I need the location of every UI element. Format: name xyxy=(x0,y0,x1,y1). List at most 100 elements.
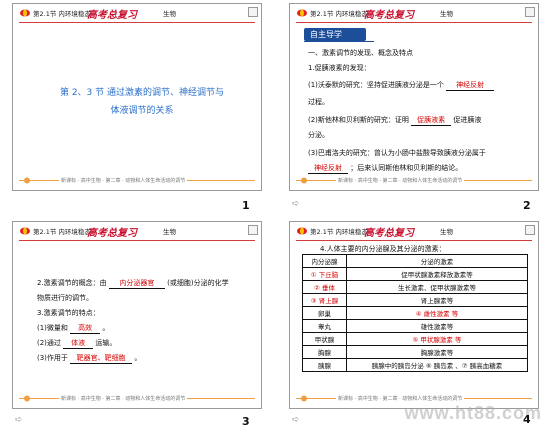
column-header: 内分泌腺 xyxy=(302,254,347,268)
back-arrow-icon[interactable]: ➪ xyxy=(292,415,300,425)
slide-header: 第2.1节 内环境稳态 高考总复习 生物 xyxy=(13,4,261,23)
slide-1[interactable]: 第2.1节 内环境稳态 高考总复习 生物 第 2、3 节 通过激素的调节、神经调… xyxy=(12,3,262,191)
back-arrow-icon[interactable]: ➪ xyxy=(292,199,300,209)
text-line: (1)沃泰默的研究：坚持促进胰液分泌是一个 神经反射 xyxy=(308,80,495,91)
table-header-row: 内分泌腺 分泌的激素 xyxy=(302,254,528,268)
hormone-cell: ④ 雌性激素 等 xyxy=(346,306,528,320)
flower-icon xyxy=(301,395,307,402)
answer-blank: 内分泌器官 xyxy=(108,278,165,289)
answer-blank: 靶器官、靶细胞 xyxy=(70,353,133,364)
header-right-text: 生物 xyxy=(163,10,176,18)
table-row: 卵巢 ④ 雌性激素 等 xyxy=(302,306,528,320)
slide-number-4: 4 xyxy=(523,413,531,426)
gland-cell: 甲状腺 xyxy=(302,332,347,346)
slide-2[interactable]: 第2.1节 内环境稳态 高考总复习 生物 自主导学 一、激素调节的发现、概念及特… xyxy=(289,3,539,191)
slide-footer: 新课标 · 高中生物 · 第二章 · 动物和人体生命活动的调节 xyxy=(19,177,255,184)
gland-cell: 胸腺 xyxy=(302,345,347,359)
header-divider xyxy=(19,22,255,23)
header-left-text: 第2.1节 内环境稳态 xyxy=(33,10,91,18)
answer-blank: 神经反射 xyxy=(308,163,348,174)
answer-blank: 促胰液素 xyxy=(411,115,452,126)
flower-icon xyxy=(301,177,307,184)
slide-title-line1: 第 2、3 节 通过激素的调节、神经调节与 xyxy=(59,88,225,98)
header-divider xyxy=(19,240,255,241)
hormone-cell: 促甲状腺激素释放激素等 xyxy=(346,267,528,281)
header-left-text: 第2.1节 内环境稳态 xyxy=(310,10,368,18)
text-line: 分泌。 xyxy=(308,131,329,139)
back-arrow-icon[interactable]: ➪ xyxy=(15,415,23,425)
answer-blank: 体液 xyxy=(63,338,94,349)
header-logo-box xyxy=(525,7,535,17)
text-line: 3.激素调节的特点： xyxy=(37,309,100,317)
watermark: www.ht88.com xyxy=(404,403,542,423)
hormone-cell: 雄性激素等 xyxy=(346,319,528,333)
text-line: (3)作用于 靶器官、靶细胞 。 xyxy=(37,353,142,364)
text-line: 神经反射 ；后来认同斯他林和贝利斯的结论。 xyxy=(308,163,462,174)
answer-blank: 神经反射 xyxy=(446,80,495,91)
hormone-cell: 胸腺激素等 xyxy=(346,345,528,359)
section-badge: 自主导学 xyxy=(304,28,374,42)
header-left-text: 第2.1节 内环境稳态 xyxy=(310,228,368,236)
slide-number-3: 3 xyxy=(242,415,250,428)
text-line: 一、激素调节的发现、概念及特点 xyxy=(308,49,413,57)
header-logo-box xyxy=(248,225,258,235)
footer-text: 新课标 · 高中生物 · 第二章 · 动物和人体生命活动的调节 xyxy=(336,395,465,402)
slide-header: 第2.1节 内环境稳态 高考总复习 生物 xyxy=(290,4,538,23)
bee-icon xyxy=(297,9,307,17)
header-divider xyxy=(296,22,532,23)
text-line: 物质进行的调节。 xyxy=(37,294,93,302)
header-right-text: 生物 xyxy=(440,10,453,18)
bee-icon xyxy=(20,9,30,17)
hormone-cell: 生长激素、促甲状腺激素等 xyxy=(346,280,528,294)
table-row: ① 下丘脑 促甲状腺激素释放激素等 xyxy=(302,267,528,281)
slide-footer: 新课标 · 高中生物 · 第二章 · 动物和人体生命活动的调节 xyxy=(296,395,532,402)
bee-icon xyxy=(20,227,30,235)
text-line: (3)巴甫洛夫的研究：曾认为小肠中盐酸导致胰液分泌属于 xyxy=(308,149,486,157)
header-brand: 高考总复习 xyxy=(364,10,414,21)
bee-icon xyxy=(297,227,307,235)
gland-cell: ① 下丘脑 xyxy=(302,267,347,281)
footer-text: 新课标 · 高中生物 · 第二章 · 动物和人体生命活动的调节 xyxy=(59,395,188,402)
footer-text: 新课标 · 高中生物 · 第二章 · 动物和人体生命活动的调节 xyxy=(336,177,465,184)
header-right-text: 生物 xyxy=(163,228,176,236)
flower-icon xyxy=(24,395,30,402)
text-line: 过程。 xyxy=(308,98,329,106)
table-row: 胸腺 胸腺激素等 xyxy=(302,345,528,359)
header-left-text: 第2.1节 内环境稳态 xyxy=(33,228,91,236)
header-right-text: 生物 xyxy=(440,228,453,236)
slide-title-line2: 体液调节的关系 xyxy=(110,106,174,116)
slide-4[interactable]: 第2.1节 内环境稳态 高考总复习 生物 4.人体主要的内分泌腺及其分泌的激素：… xyxy=(289,221,539,409)
text-line: (1)微量和 高效 。 xyxy=(37,323,110,334)
text-line: (2)斯他林和贝利斯的研究：证明 促胰液素 促进胰液 xyxy=(308,115,482,126)
slide-3[interactable]: 第2.1节 内环境稳态 高考总复习 生物 2.激素调节的概念：由 内分泌器官 (… xyxy=(12,221,262,409)
text-line: (2)通过 体液 运输。 xyxy=(37,338,117,349)
footer-text: 新课标 · 高中生物 · 第二章 · 动物和人体生命活动的调节 xyxy=(59,177,188,184)
gland-cell: 卵巢 xyxy=(302,306,347,320)
text-line: 1.促胰液素的发现： xyxy=(308,64,371,72)
column-header: 分泌的激素 xyxy=(346,254,528,268)
hormone-cell: 肾上腺素等 xyxy=(346,293,528,307)
table-row: ③ 肾上腺 肾上腺素等 xyxy=(302,293,528,307)
slide-number-2: 2 xyxy=(523,199,531,212)
table-row: ② 垂体 生长激素、促甲状腺激素等 xyxy=(302,280,528,294)
gland-cell: ② 垂体 xyxy=(302,280,347,294)
slide-title: 第 2、3 节 通过激素的调节、神经调节与 体液调节的关系 xyxy=(37,84,247,120)
table-heading: 4.人体主要的内分泌腺及其分泌的激素： xyxy=(320,245,446,253)
gland-hormone-table: 内分泌腺 分泌的激素 ① 下丘脑 促甲状腺激素释放激素等 ② 垂体 生长激素、促… xyxy=(302,254,528,372)
header-logo-box xyxy=(248,7,258,17)
table-row: 睾丸 雄性激素等 xyxy=(302,319,528,333)
answer-blank: 高效 xyxy=(70,323,101,334)
slide-header: 第2.1节 内环境稳态 高考总复习 生物 xyxy=(290,222,538,241)
header-brand: 高考总复习 xyxy=(364,228,414,239)
header-divider xyxy=(296,240,532,241)
hormone-cell: 胰腺中的胰岛分泌 ⑥ 胰岛素 、⑦ 胰高血糖素 xyxy=(346,358,528,372)
header-brand: 高考总复习 xyxy=(87,228,137,239)
header-logo-box xyxy=(525,225,535,235)
header-brand: 高考总复习 xyxy=(87,10,137,21)
gland-cell: 胰腺 xyxy=(302,358,347,372)
table-row: 胰腺 胰腺中的胰岛分泌 ⑥ 胰岛素 、⑦ 胰高血糖素 xyxy=(302,358,528,372)
slide-number-1: 1 xyxy=(242,199,250,212)
text-line: 2.激素调节的概念：由 内分泌器官 (或细胞)分泌的化学 xyxy=(37,278,229,289)
gland-cell: ③ 肾上腺 xyxy=(302,293,347,307)
hormone-cell: ⑤ 甲状腺激素 等 xyxy=(346,332,528,346)
